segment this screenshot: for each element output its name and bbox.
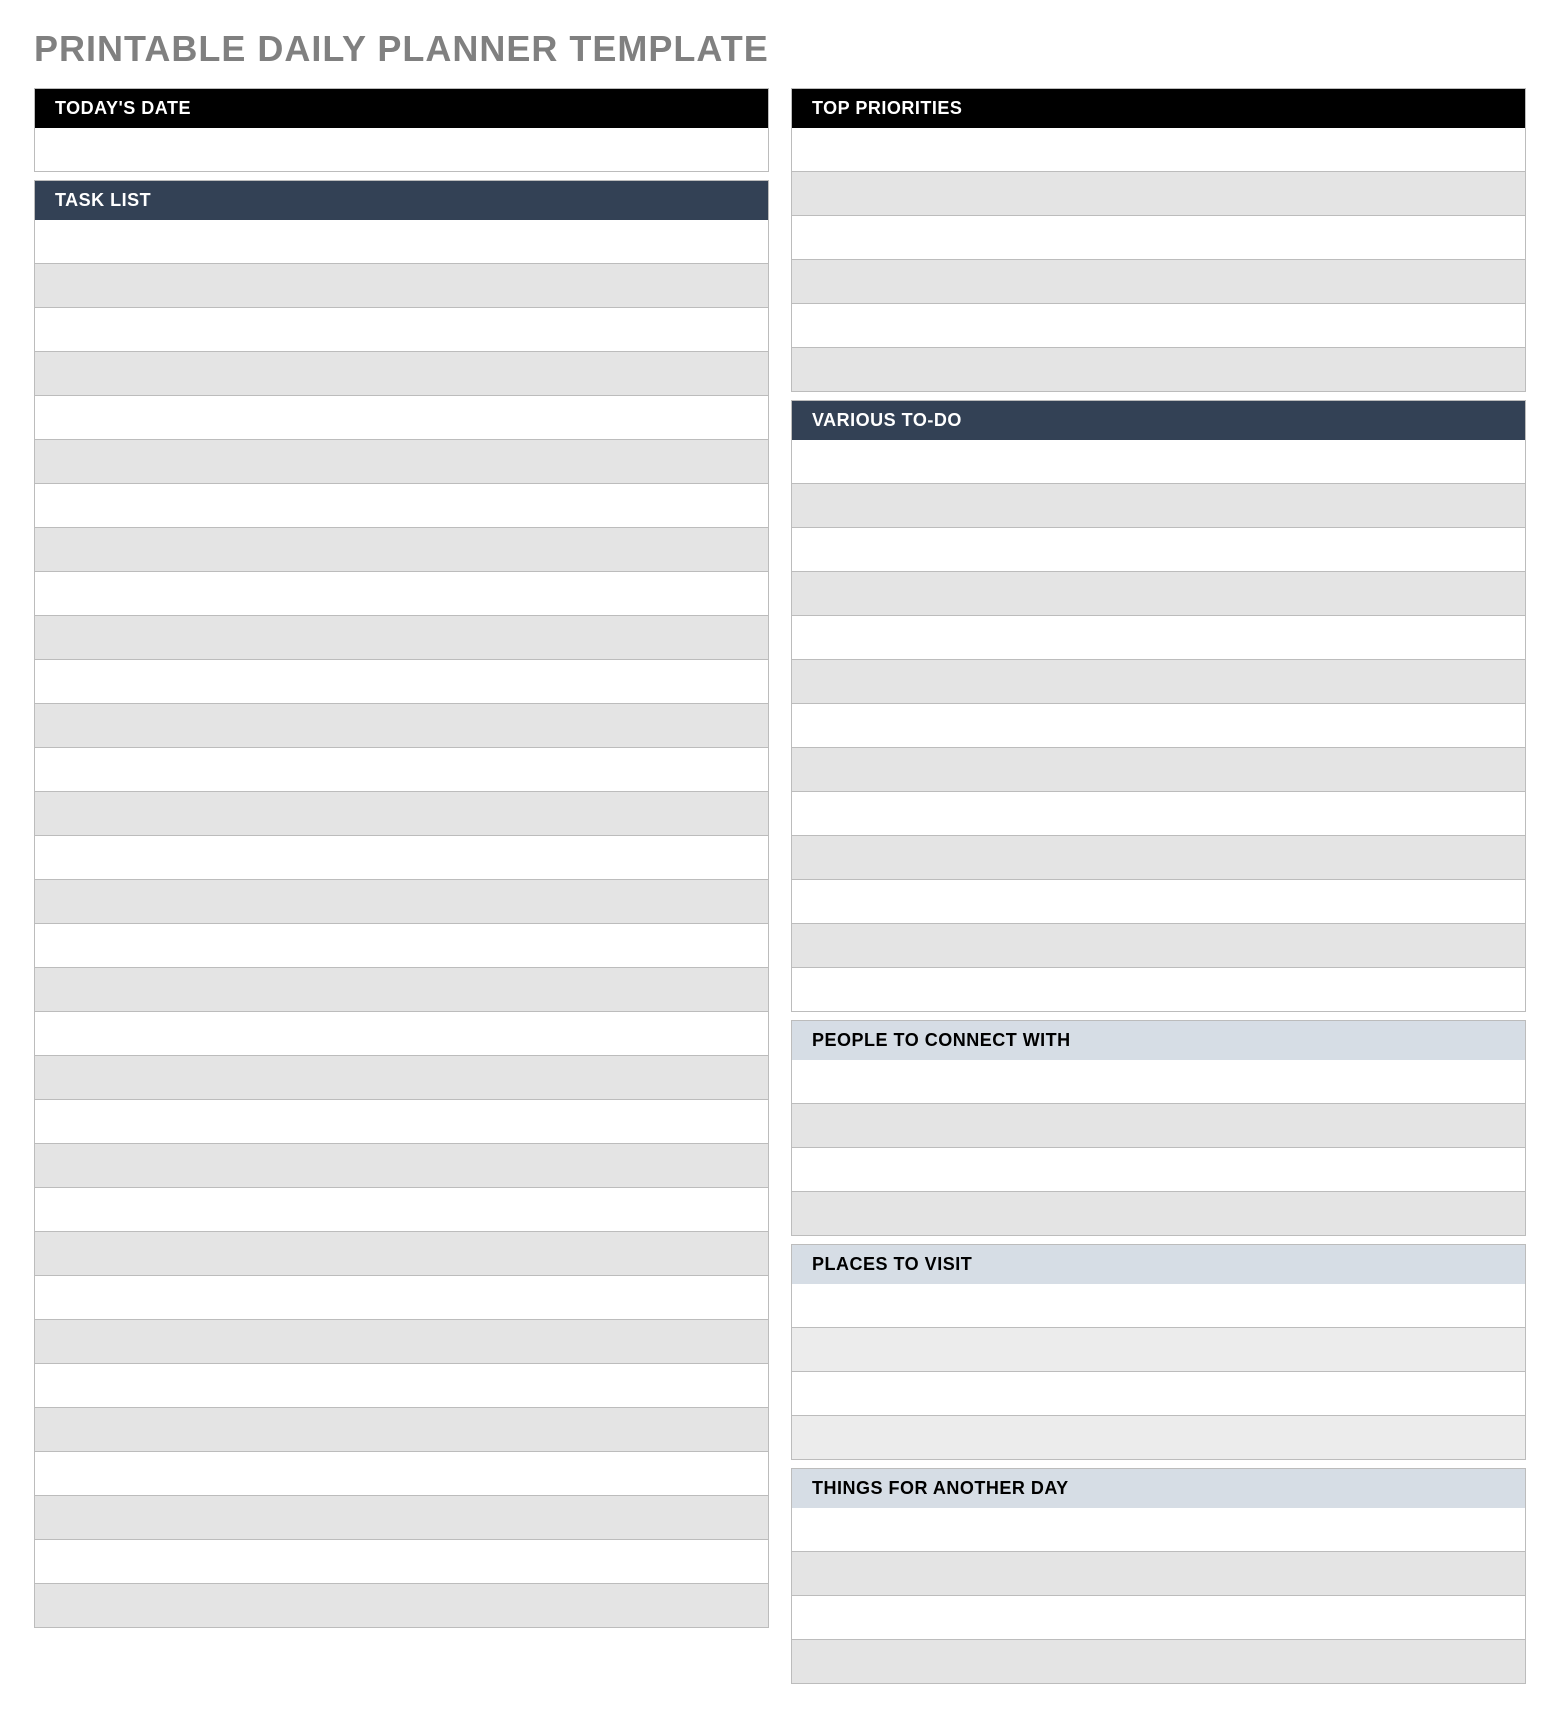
task-list-row[interactable]: [34, 1276, 769, 1320]
task-list-row[interactable]: [34, 1320, 769, 1364]
section-places-to-visit: PLACES TO VISIT: [791, 1244, 1526, 1460]
section-various-todo: VARIOUS TO-DO: [791, 400, 1526, 1012]
various-todo-row[interactable]: [791, 528, 1526, 572]
page-title: PRINTABLE DAILY PLANNER TEMPLATE: [34, 28, 1526, 70]
task-list-row[interactable]: [34, 924, 769, 968]
task-list-row[interactable]: [34, 704, 769, 748]
task-list-row[interactable]: [34, 1408, 769, 1452]
section-things-for-another-day: THINGS FOR ANOTHER DAY: [791, 1468, 1526, 1684]
task-list-row[interactable]: [34, 1584, 769, 1628]
task-list-row[interactable]: [34, 220, 769, 264]
top-priorities-row[interactable]: [791, 348, 1526, 392]
another-day-row[interactable]: [791, 1508, 1526, 1552]
top-priorities-row[interactable]: [791, 172, 1526, 216]
header-top-priorities: TOP PRIORITIES: [791, 88, 1526, 128]
header-places-to-visit: PLACES TO VISIT: [791, 1244, 1526, 1284]
task-list-row[interactable]: [34, 1144, 769, 1188]
header-todays-date: TODAY'S DATE: [34, 88, 769, 128]
various-todo-row[interactable]: [791, 704, 1526, 748]
various-todo-row[interactable]: [791, 880, 1526, 924]
people-row[interactable]: [791, 1060, 1526, 1104]
task-list-row[interactable]: [34, 1540, 769, 1584]
various-todo-row[interactable]: [791, 572, 1526, 616]
task-list-row[interactable]: [34, 836, 769, 880]
places-row[interactable]: [791, 1372, 1526, 1416]
task-list-row[interactable]: [34, 968, 769, 1012]
task-list-row[interactable]: [34, 308, 769, 352]
left-column: TODAY'S DATE TASK LIST: [34, 88, 769, 1684]
task-list-row[interactable]: [34, 660, 769, 704]
task-list-row[interactable]: [34, 440, 769, 484]
task-list-row[interactable]: [34, 1452, 769, 1496]
top-priorities-row[interactable]: [791, 128, 1526, 172]
task-list-row[interactable]: [34, 880, 769, 924]
task-list-row[interactable]: [34, 616, 769, 660]
task-list-row[interactable]: [34, 1188, 769, 1232]
header-things-for-another-day: THINGS FOR ANOTHER DAY: [791, 1468, 1526, 1508]
various-todo-row[interactable]: [791, 440, 1526, 484]
section-task-list: TASK LIST: [34, 180, 769, 1628]
header-task-list: TASK LIST: [34, 180, 769, 220]
header-various-todo: VARIOUS TO-DO: [791, 400, 1526, 440]
various-todo-row[interactable]: [791, 968, 1526, 1012]
task-list-row[interactable]: [34, 792, 769, 836]
another-day-row[interactable]: [791, 1552, 1526, 1596]
another-day-row[interactable]: [791, 1640, 1526, 1684]
task-list-row[interactable]: [34, 1496, 769, 1540]
various-todo-row[interactable]: [791, 748, 1526, 792]
various-todo-row[interactable]: [791, 616, 1526, 660]
right-column: TOP PRIORITIES VARIOUS TO-DO PEOP: [791, 88, 1526, 1684]
section-todays-date: TODAY'S DATE: [34, 88, 769, 172]
top-priorities-row[interactable]: [791, 216, 1526, 260]
another-day-row[interactable]: [791, 1596, 1526, 1640]
various-todo-row[interactable]: [791, 836, 1526, 880]
top-priorities-row[interactable]: [791, 304, 1526, 348]
places-row[interactable]: [791, 1328, 1526, 1372]
task-list-row[interactable]: [34, 396, 769, 440]
section-top-priorities: TOP PRIORITIES: [791, 88, 1526, 392]
task-list-row[interactable]: [34, 1364, 769, 1408]
various-todo-row[interactable]: [791, 792, 1526, 836]
places-row[interactable]: [791, 1416, 1526, 1460]
planner-columns: TODAY'S DATE TASK LIST: [34, 88, 1526, 1684]
various-todo-row[interactable]: [791, 484, 1526, 528]
section-people-to-connect: PEOPLE TO CONNECT WITH: [791, 1020, 1526, 1236]
people-row[interactable]: [791, 1104, 1526, 1148]
todays-date-row[interactable]: [34, 128, 769, 172]
various-todo-row[interactable]: [791, 660, 1526, 704]
header-people-to-connect: PEOPLE TO CONNECT WITH: [791, 1020, 1526, 1060]
task-list-row[interactable]: [34, 1012, 769, 1056]
people-row[interactable]: [791, 1192, 1526, 1236]
task-list-row[interactable]: [34, 484, 769, 528]
task-list-row[interactable]: [34, 748, 769, 792]
task-list-row[interactable]: [34, 528, 769, 572]
task-list-row[interactable]: [34, 352, 769, 396]
places-row[interactable]: [791, 1284, 1526, 1328]
top-priorities-row[interactable]: [791, 260, 1526, 304]
people-row[interactable]: [791, 1148, 1526, 1192]
task-list-row[interactable]: [34, 1232, 769, 1276]
various-todo-row[interactable]: [791, 924, 1526, 968]
task-list-row[interactable]: [34, 1100, 769, 1144]
task-list-row[interactable]: [34, 1056, 769, 1100]
task-list-row[interactable]: [34, 264, 769, 308]
task-list-row[interactable]: [34, 572, 769, 616]
